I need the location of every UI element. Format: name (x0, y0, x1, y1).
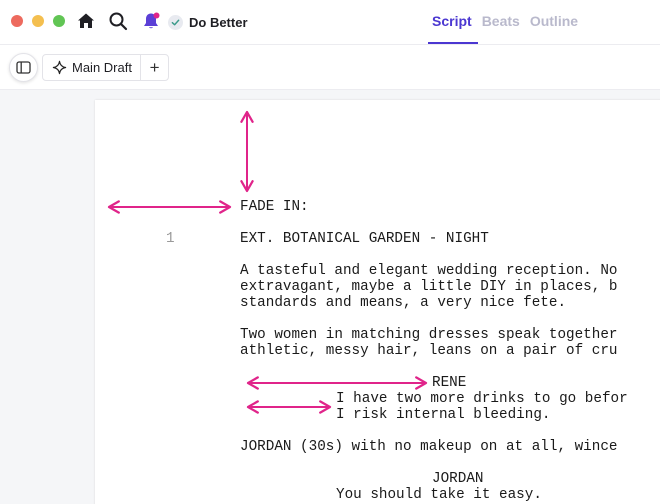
margin-guides (107, 110, 428, 414)
